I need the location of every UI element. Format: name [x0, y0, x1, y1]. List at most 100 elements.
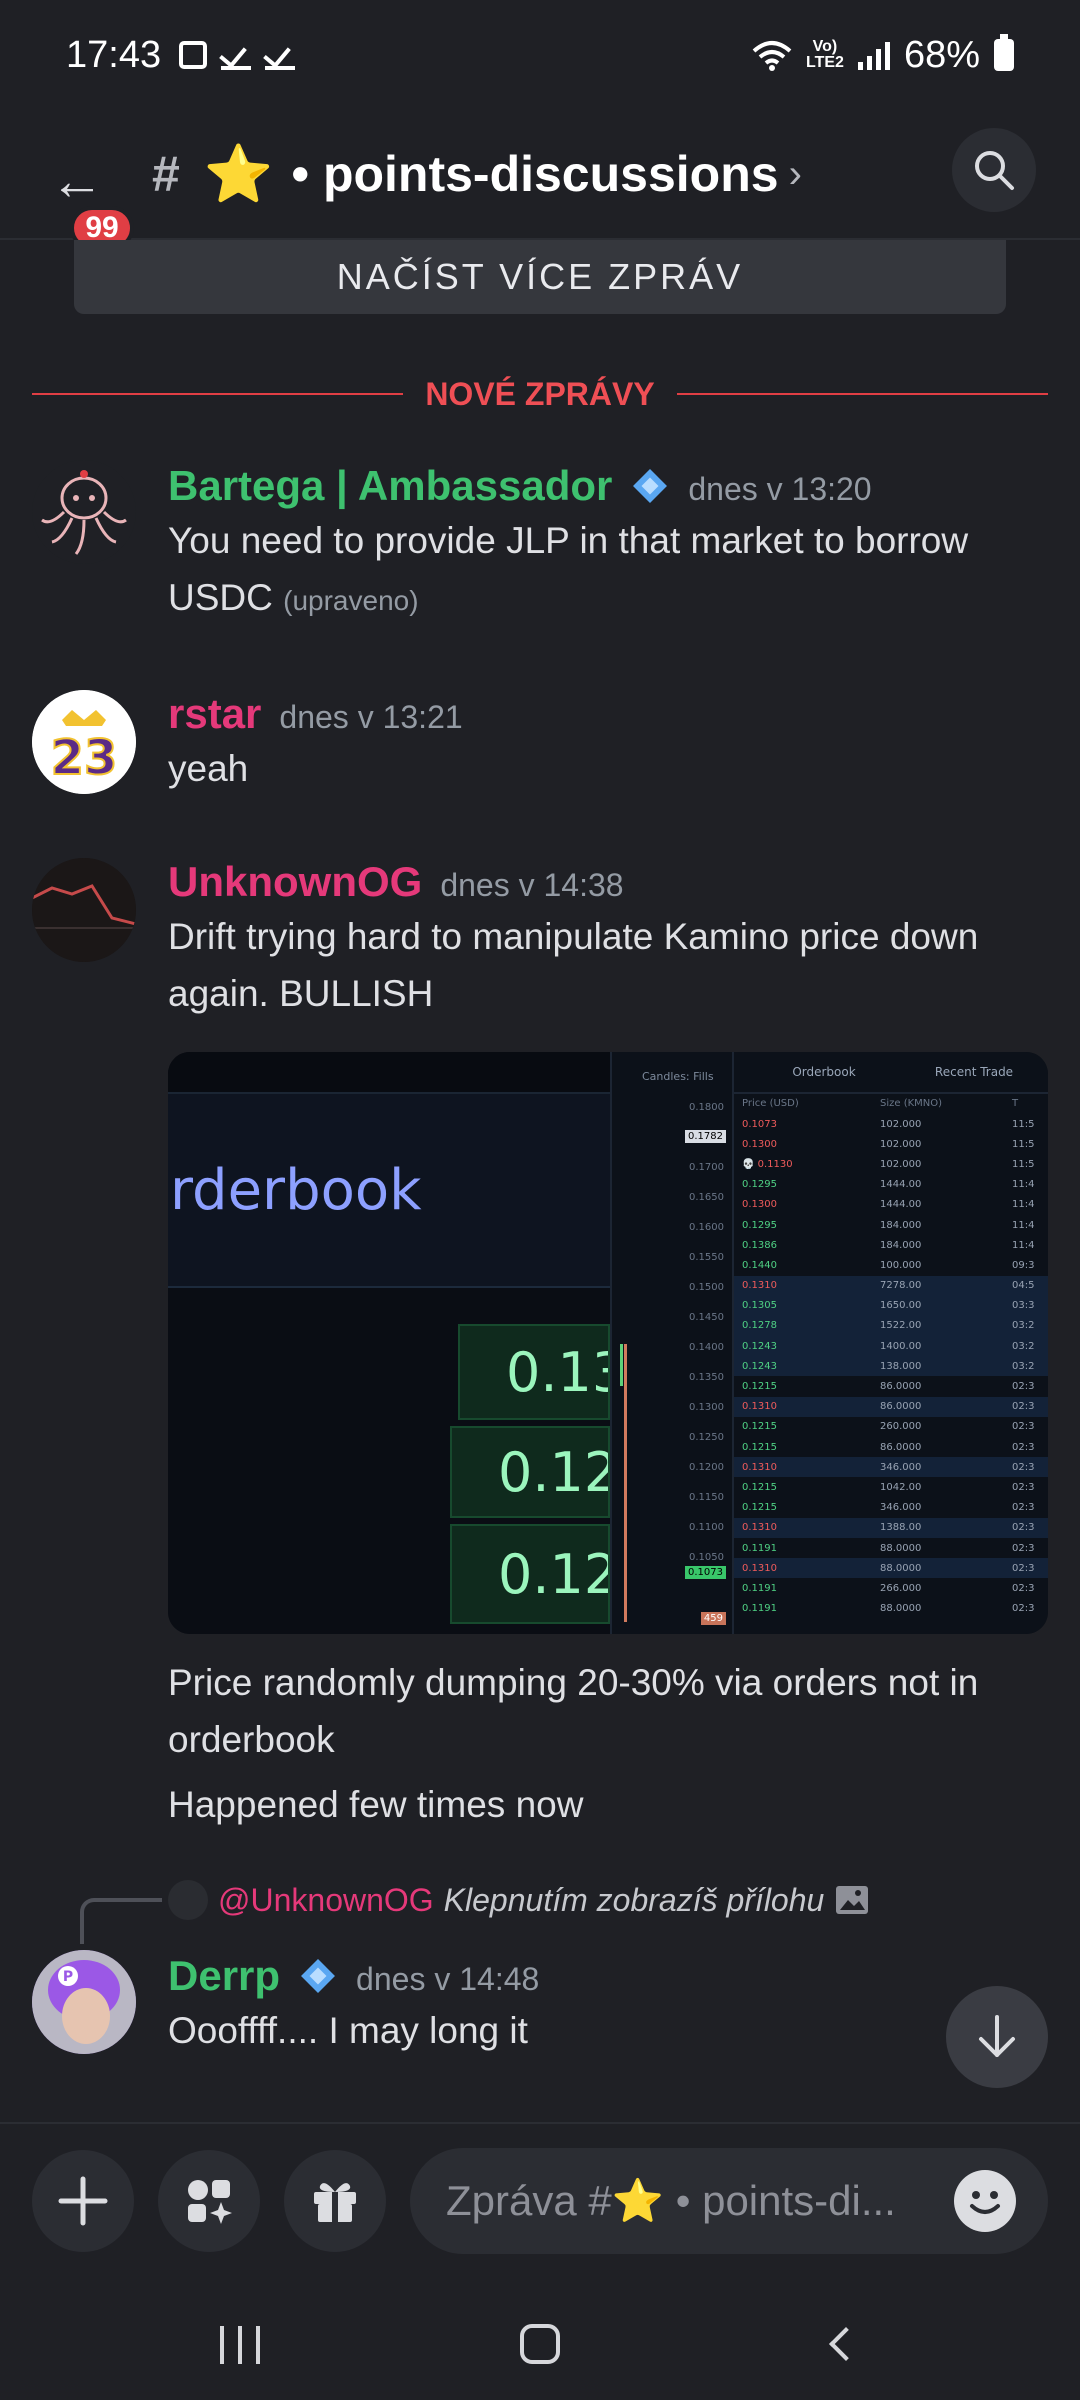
- battery-icon: [994, 34, 1014, 71]
- jersey-23-avatar-icon: 23: [32, 690, 136, 794]
- image-attachment[interactable]: rderbook 0.13 0.12 0.12 Candles: Fills 0…: [168, 1052, 1048, 1634]
- message-input[interactable]: Zpráva #⭐ • points-di...: [410, 2148, 1048, 2254]
- orderbook-time: 03:2: [1012, 1320, 1035, 1332]
- orderbook-size: 1042.00: [880, 1481, 922, 1493]
- orderbook-price: 0.1440: [742, 1259, 777, 1271]
- home-button[interactable]: [520, 2324, 560, 2364]
- avatar[interactable]: [32, 460, 136, 564]
- orderbook-row: 0.1215 346.000 02:3: [734, 1498, 1048, 1518]
- apps-button[interactable]: [158, 2150, 260, 2252]
- orderbook-time: 04:5: [1012, 1280, 1035, 1292]
- orderbook-price: 0.1310: [742, 1461, 777, 1473]
- reply-author[interactable]: @UnknownOG: [218, 1882, 434, 1919]
- orderbook-row: 0.1215 86.0000 02:3: [734, 1437, 1048, 1457]
- orderbook-time: 02:3: [1012, 1421, 1035, 1433]
- avatar[interactable]: [32, 858, 136, 962]
- orderbook-time: 03:3: [1012, 1300, 1035, 1312]
- scroll-to-bottom-button[interactable]: [946, 1986, 1048, 2088]
- message-line: You need to provide JLP in that market t…: [168, 520, 969, 561]
- orderbook-size: 184.000: [880, 1219, 922, 1231]
- search-button[interactable]: [952, 128, 1036, 212]
- author-name[interactable]: Derrp: [168, 1952, 280, 2000]
- emoji-button[interactable]: [954, 2170, 1016, 2232]
- orderbook-size: 88.0000: [880, 1603, 922, 1615]
- channel-title[interactable]: • points-discussions: [292, 145, 779, 203]
- gift-button[interactable]: [284, 2150, 386, 2252]
- orderbook-time: 02:3: [1012, 1502, 1035, 1514]
- orderbook-price: 0.1278: [742, 1320, 777, 1332]
- svg-text:23: 23: [51, 730, 118, 786]
- wifi-icon: [752, 41, 792, 71]
- message-line: again. BULLISH: [168, 973, 434, 1014]
- orderbook-time: 11:5: [1012, 1118, 1035, 1130]
- price-tick-label: 0.1500: [689, 1282, 724, 1293]
- message-text: Price randomly dumping 20-30% via orders…: [168, 1654, 1048, 1833]
- back-button[interactable]: ← 99: [46, 144, 134, 250]
- price-tick-label: 0.1800: [689, 1102, 724, 1113]
- orderbook-time: 11:4: [1012, 1239, 1035, 1251]
- chart-avatar-icon: [32, 858, 136, 962]
- system-back-button[interactable]: [829, 2327, 863, 2361]
- orderbook-size: 184.000: [880, 1239, 922, 1251]
- price-tag: 0.1073: [685, 1566, 726, 1579]
- orderbook-row: 0.1310 346.000 02:3: [734, 1457, 1048, 1478]
- orderbook-row: 0.1191 266.000 02:3: [734, 1578, 1048, 1598]
- orderbook-row: 0.1310 88.0000 02:3: [734, 1558, 1048, 1579]
- author-name[interactable]: rstar: [168, 690, 261, 738]
- orderbook-size: 102.000: [880, 1138, 922, 1150]
- orderbook-cell: 0.12: [450, 1524, 610, 1624]
- orderbook-size: 266.000: [880, 1582, 922, 1594]
- price-tick-label: 0.1150: [689, 1492, 724, 1503]
- reply-connector: [80, 1898, 162, 1944]
- orderbook-price: 0.1215: [742, 1502, 777, 1514]
- plus-icon: [58, 2176, 108, 2226]
- reply-hint[interactable]: Klepnutím zobrazíš přílohu: [444, 1882, 825, 1919]
- orderbook-row: 0.1310 86.0000 02:3: [734, 1396, 1048, 1417]
- price-tick-label: 0.1600: [689, 1222, 724, 1233]
- orderbook-row: 0.1440 100.000 09:3: [734, 1255, 1048, 1275]
- new-messages-divider: NOVÉ ZPRÁVY: [32, 368, 1048, 420]
- arrow-down-icon: [979, 2015, 1015, 2057]
- message-text: Oooffff.... I may long it: [168, 2002, 1050, 2059]
- orderbook-time: 02:3: [1012, 1522, 1035, 1534]
- orderbook-tab: Orderbook: [792, 1065, 856, 1079]
- orderbook-row: 0.1310 1388.00 02:3: [734, 1517, 1048, 1538]
- chevron-right-icon[interactable]: ›: [789, 152, 802, 197]
- orderbook-price: 0.1215: [742, 1381, 777, 1393]
- orderbook-price: 0.1310: [742, 1562, 777, 1574]
- message-line: Happened few times now: [168, 1784, 584, 1825]
- column-header: Size (KMNO): [880, 1098, 943, 1109]
- orderbook-row: 0.1310 7278.00 04:5: [734, 1275, 1048, 1296]
- message-timestamp: dnes v 13:20: [688, 471, 872, 507]
- purple-hair-avatar-icon: P: [32, 1950, 136, 2054]
- add-attachment-button[interactable]: [32, 2150, 134, 2252]
- checkmark-icon-2: [265, 40, 296, 70]
- orderbook-price: 0.1191: [742, 1582, 777, 1594]
- chart-header: Candles: Fills: [642, 1070, 714, 1083]
- author-name[interactable]: Bartega | Ambassador: [168, 462, 612, 510]
- orderbook-size: 1444.00: [880, 1199, 922, 1211]
- price-tick-label: 0.1400: [689, 1342, 724, 1353]
- column-header: T: [1012, 1098, 1019, 1109]
- avatar[interactable]: 23: [32, 690, 136, 794]
- avatar[interactable]: P: [32, 1950, 136, 2054]
- recents-button[interactable]: [220, 2326, 260, 2364]
- orderbook-price: 0.1243: [742, 1340, 777, 1352]
- orderbook-size: 88.0000: [880, 1542, 922, 1554]
- orderbook-price: 0.1310: [742, 1280, 777, 1292]
- price-tick-label: 0.1700: [689, 1162, 724, 1173]
- orderbook-price: 0.1300: [742, 1199, 777, 1211]
- orderbook-size: 86.0000: [880, 1401, 922, 1413]
- author-name[interactable]: UnknownOG: [168, 858, 422, 906]
- channel-emoji: ⭐: [203, 142, 274, 205]
- orderbook-size: 102.000: [880, 1158, 922, 1170]
- reply-reference[interactable]: @UnknownOG Klepnutím zobrazíš přílohu: [168, 1880, 870, 1920]
- message-composer: Zpráva #⭐ • points-di...: [0, 2122, 1080, 2282]
- back-arrow-icon: ←: [50, 151, 104, 211]
- orderbook-row: 0.1243 1400.00 03:2: [734, 1336, 1048, 1357]
- channel-header: ← 99 # ⭐ • points-discussions ›: [0, 110, 1080, 250]
- load-more-button[interactable]: NAČÍST VÍCE ZPRÁV: [74, 240, 1006, 314]
- orderbook-size: 260.000: [880, 1421, 922, 1433]
- price-tick-label: 0.1100: [689, 1522, 724, 1533]
- attachment-orderbook-title: rderbook: [170, 1157, 422, 1223]
